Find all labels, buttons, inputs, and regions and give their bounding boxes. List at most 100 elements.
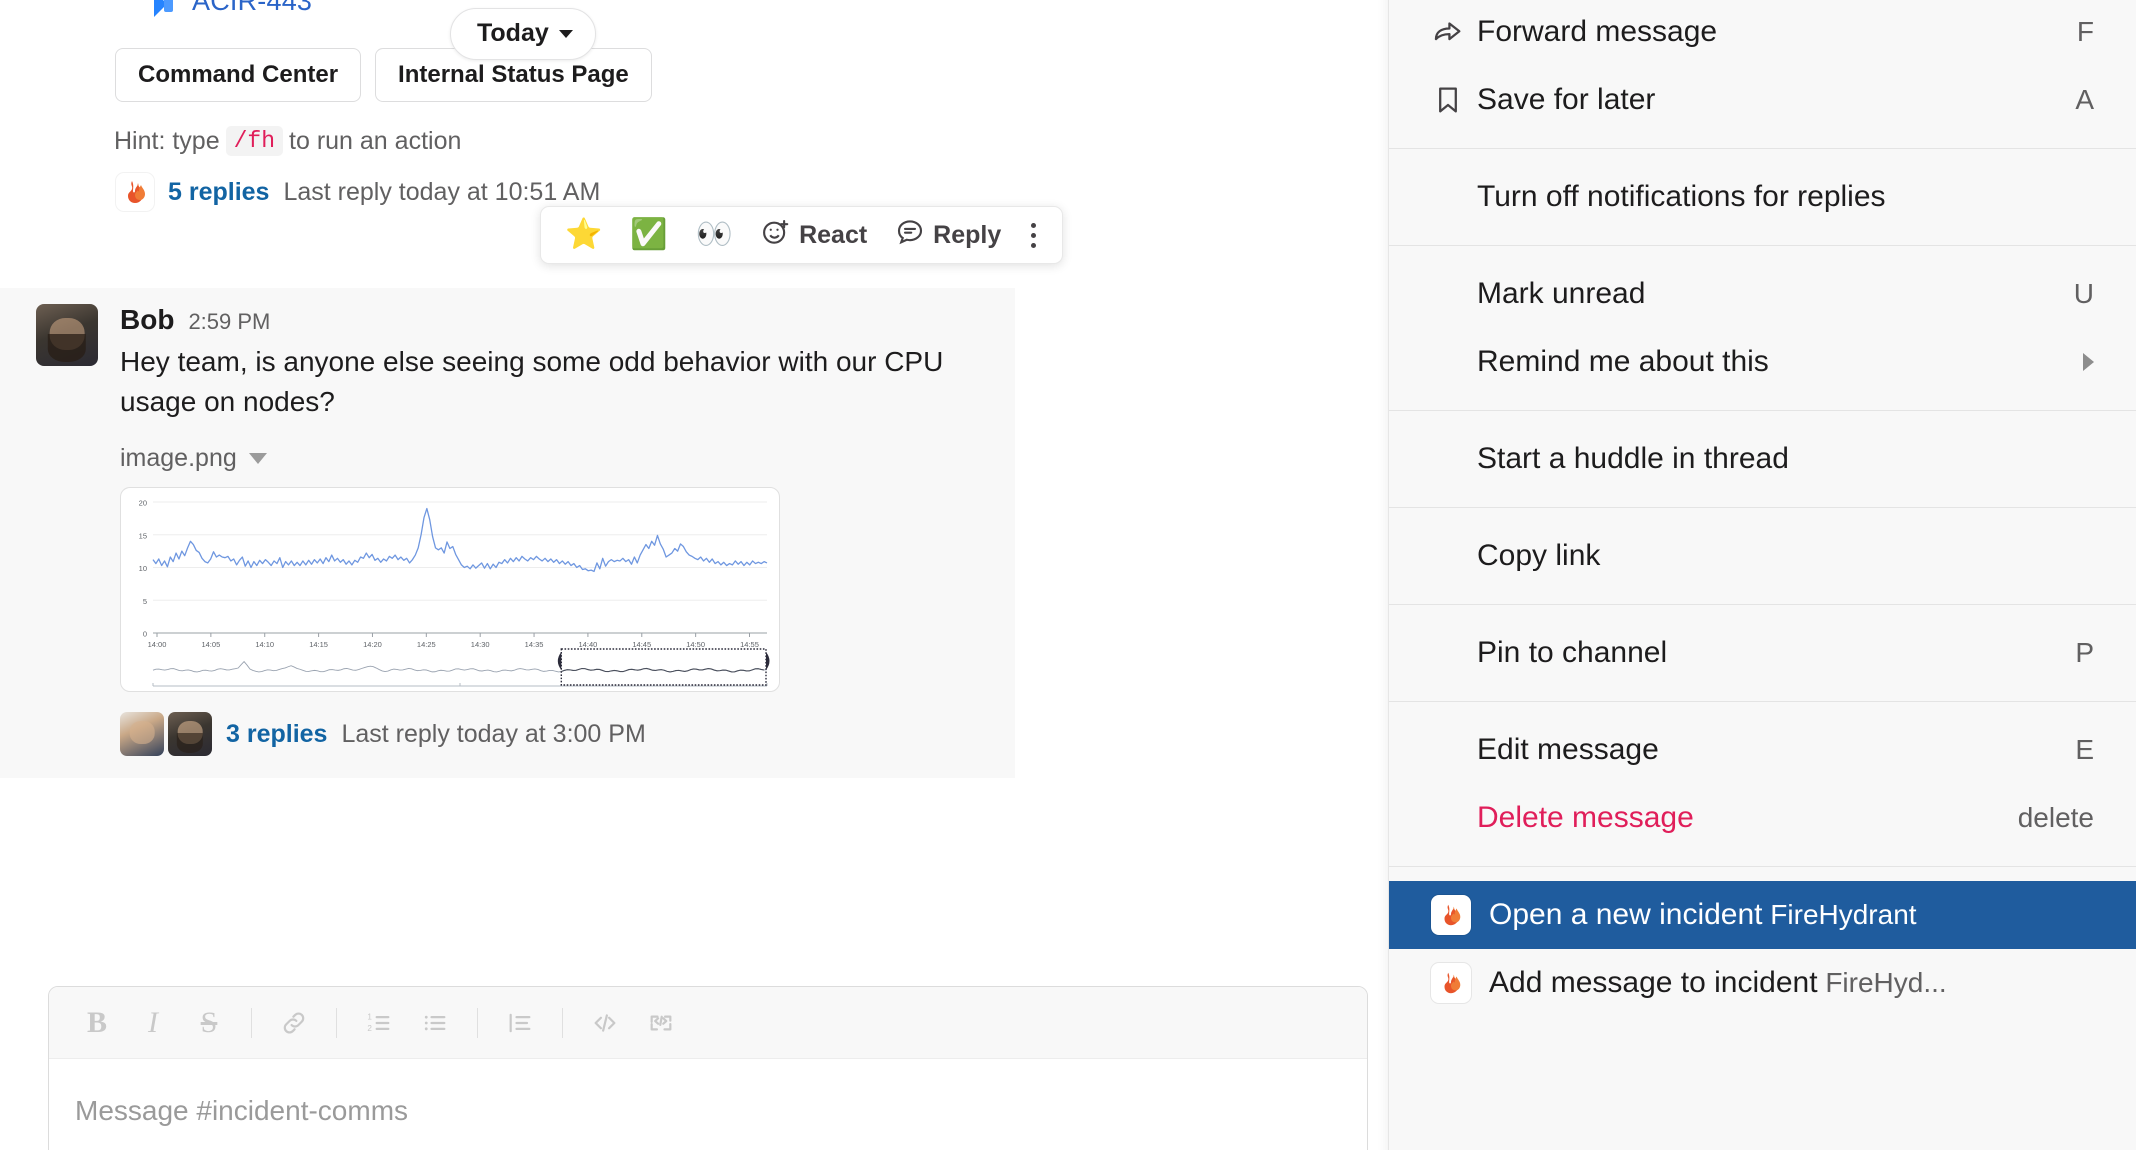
svg-text:14:20: 14:20: [363, 640, 382, 649]
svg-text:12:00: 12:00: [153, 689, 172, 692]
date-divider-today[interactable]: Today: [450, 8, 596, 60]
eyes-emoji: 👀: [695, 218, 734, 251]
menu-turn-off-notifications[interactable]: Turn off notifications for replies: [1389, 163, 2136, 231]
svg-text:14:50: 14:50: [686, 640, 705, 649]
svg-text:14:45: 14:45: [632, 640, 651, 649]
attachment-header[interactable]: image.png: [120, 444, 1015, 473]
svg-text:14:35: 14:35: [525, 640, 544, 649]
menu-save-for-later[interactable]: Save for later A: [1389, 66, 2136, 134]
slash-command-hint: Hint: type /fh to run an action: [114, 126, 461, 156]
context-menu-group: Open a new incident FireHydrant Add messa…: [1389, 867, 2136, 1031]
context-menu-item-label: Turn off notifications for replies: [1477, 180, 1886, 213]
caret-down-icon[interactable]: [248, 453, 267, 465]
context-menu-item-label: Save for later: [1477, 83, 1656, 116]
star-reaction[interactable]: ⭐: [553, 214, 614, 256]
star-emoji: ⭐: [565, 218, 603, 251]
white-check-mark-reaction[interactable]: ✅: [618, 214, 679, 256]
message-reply-count[interactable]: 3 replies: [226, 720, 327, 749]
bold-button[interactable]: B: [71, 997, 123, 1049]
menu-start-huddle[interactable]: Start a huddle in thread: [1389, 425, 2136, 493]
ordered-list-button[interactable]: 1 2: [353, 997, 405, 1049]
svg-text:14:05: 14:05: [201, 640, 220, 649]
code-icon: [591, 1009, 619, 1037]
blockquote-button[interactable]: [494, 997, 546, 1049]
link-icon: [280, 1009, 308, 1037]
firehydrant-icon: [116, 173, 154, 211]
context-menu-item-shortcut: delete: [2017, 802, 2094, 833]
ordered-list-icon: 1 2: [365, 1009, 393, 1037]
svg-text:1: 1: [367, 1012, 372, 1021]
context-menu-item-label: Start a huddle in thread: [1477, 442, 1789, 475]
context-menu-group: Edit message E Delete message delete: [1389, 702, 2136, 867]
hint-code-chip: /fh: [225, 126, 284, 156]
message-last-reply: Last reply today at 3:00 PM: [341, 719, 646, 748]
context-menu-item-shortcut: E: [2075, 734, 2094, 765]
strikethrough-glyph: S: [200, 1005, 218, 1039]
reply-label: Reply: [933, 220, 1002, 249]
menu-forward-message[interactable]: Forward message F: [1389, 0, 2136, 66]
bulleted-list-button[interactable]: [409, 997, 461, 1049]
menu-open-new-incident[interactable]: Open a new incident FireHydrant: [1389, 881, 2136, 949]
svg-text:14:30: 14:30: [471, 640, 490, 649]
svg-text:0: 0: [143, 630, 147, 639]
chevron-right-icon: [2083, 353, 2094, 371]
message-sender[interactable]: Bob: [120, 304, 174, 336]
blockquote-icon: [506, 1009, 534, 1037]
menu-copy-link[interactable]: Copy link: [1389, 522, 2136, 590]
context-menu-group: Start a huddle in thread: [1389, 411, 2136, 508]
thread-replies-message[interactable]: 3 replies Last reply today at 3:00 PM: [120, 712, 1015, 757]
italic-glyph: I: [148, 1005, 158, 1039]
message-input[interactable]: Message #incident-comms: [49, 1059, 1367, 1150]
date-divider-label: Today: [477, 19, 549, 47]
check-emoji: ✅: [630, 218, 668, 251]
context-menu-item-shortcut: F: [2076, 16, 2094, 47]
code-block-button[interactable]: [635, 997, 687, 1049]
chevron-down-icon: [558, 29, 573, 38]
jira-icon: [152, 0, 182, 17]
context-menu-item-label: Copy link: [1477, 539, 1601, 572]
message-timestamp[interactable]: 2:59 PM: [188, 309, 270, 335]
reply-button[interactable]: Reply: [883, 211, 1013, 260]
command-center-button[interactable]: Command Center: [115, 48, 362, 103]
menu-pin-to-channel[interactable]: Pin to channel P: [1389, 619, 2136, 687]
menu-delete-message[interactable]: Delete message delete: [1389, 784, 2136, 852]
bold-glyph: B: [86, 1005, 107, 1039]
message-pane: ACIR-443 Command Center Internal Status …: [0, 0, 1388, 1150]
menu-edit-message[interactable]: Edit message E: [1389, 716, 2136, 784]
strikethrough-button[interactable]: S: [183, 997, 235, 1049]
jira-reference[interactable]: ACIR-443: [152, 0, 312, 17]
svg-text:2: 2: [367, 1024, 372, 1033]
react-button[interactable]: React: [749, 211, 879, 260]
forward-icon: [1431, 15, 1477, 49]
bookmark-icon: [1431, 83, 1477, 117]
code-button[interactable]: [579, 997, 631, 1049]
menu-add-message-to-incident[interactable]: Add message to incident FireHyd...: [1389, 949, 2136, 1017]
thread-reply-count[interactable]: 5 replies: [168, 178, 269, 207]
attachment-filename[interactable]: image.png: [120, 444, 237, 473]
svg-text:14:00: 14:00: [563, 689, 582, 692]
context-menu-group: Pin to channel P: [1389, 605, 2136, 702]
context-menu-item-shortcut: U: [2073, 278, 2094, 309]
thread-replies-top[interactable]: 5 replies Last reply today at 10:51 AM: [116, 173, 600, 211]
toolbar-divider: [477, 1007, 478, 1038]
context-menu-item-shortcut: A: [2075, 84, 2094, 115]
attachment-chart[interactable]: 0 5 10 15 20 14:00 14:05 14:10 14:15 14:20 14:25 14…: [120, 487, 780, 693]
context-menu-item-label: Delete message: [1477, 801, 1694, 834]
message-composer: B I S 1 2 Message #incident-comms: [48, 986, 1368, 1150]
context-menu-group: Mark unread U Remind me about this: [1389, 246, 2136, 411]
svg-text:14:40: 14:40: [579, 640, 598, 649]
context-menu-group: Copy link: [1389, 508, 2136, 605]
message-context-menu: Forward message F Save for later A Turn off …: [1388, 0, 2136, 1150]
eyes-reaction[interactable]: 👀: [684, 214, 745, 256]
context-menu-item-label: Edit message: [1477, 733, 1659, 766]
italic-button[interactable]: I: [127, 997, 179, 1049]
more-actions-button[interactable]: [1017, 215, 1050, 256]
avatar[interactable]: [36, 304, 98, 366]
menu-mark-unread[interactable]: Mark unread U: [1389, 260, 2136, 328]
jira-reference-label: ACIR-443: [192, 0, 313, 16]
link-button[interactable]: [268, 997, 320, 1049]
menu-remind-me[interactable]: Remind me about this: [1389, 328, 2136, 396]
context-menu-item-shortcut: P: [2075, 637, 2094, 668]
toolbar-divider: [251, 1007, 252, 1038]
context-menu-item-label: Add message to incident FireHyd...: [1489, 966, 1947, 999]
